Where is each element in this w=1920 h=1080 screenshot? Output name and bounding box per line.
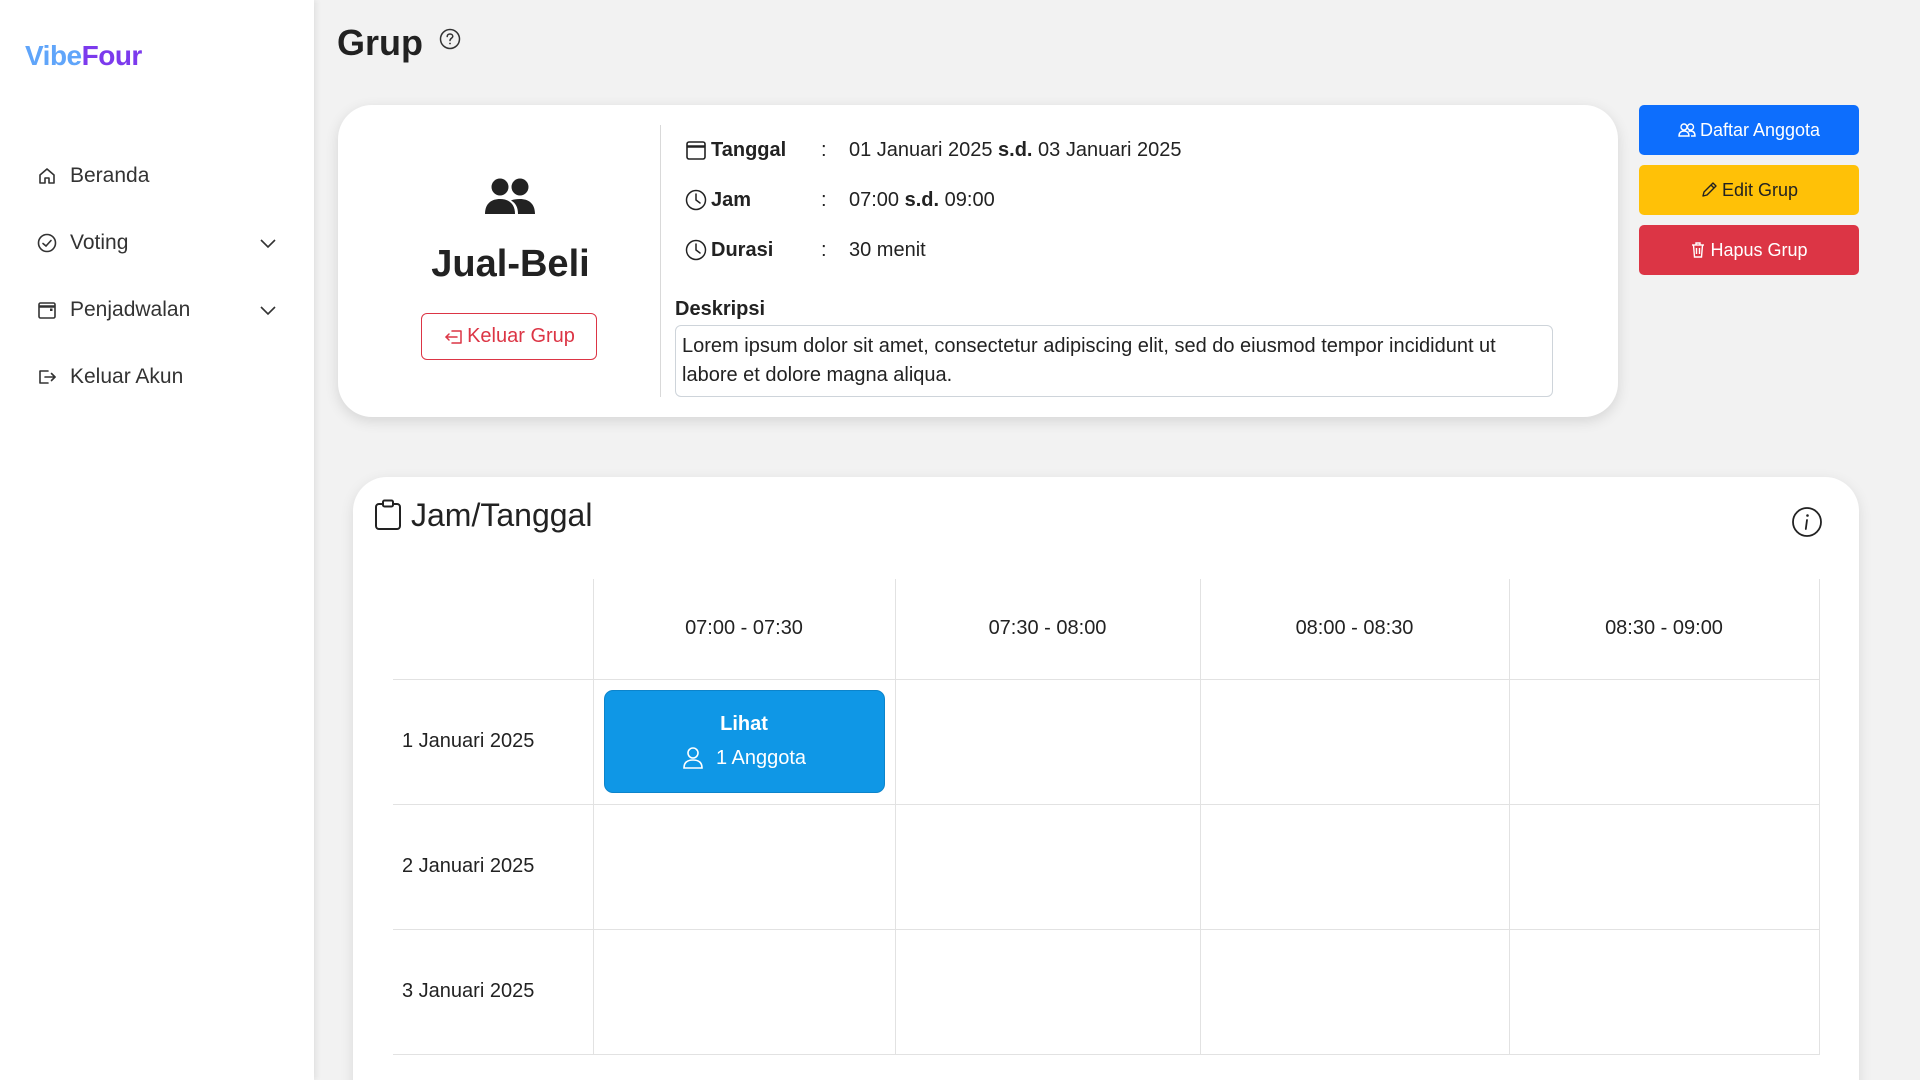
sidebar-item-label: Beranda <box>70 163 150 187</box>
app-logo[interactable]: VibeFour <box>25 40 142 72</box>
calendar-icon <box>36 299 58 321</box>
tanggal-label: Tanggal <box>711 138 787 161</box>
chevron-down-icon[interactable] <box>258 233 278 253</box>
tanggal-start: 01 Januari 2025 <box>849 138 993 161</box>
schedule-cell[interactable] <box>894 928 1201 1055</box>
tanggal-sep: s.d. <box>998 138 1033 161</box>
clock-icon <box>685 189 707 211</box>
jam-value: 07:00 s.d. 09:00 <box>849 189 995 212</box>
chevron-down-icon[interactable] <box>258 300 278 320</box>
leave-group-button[interactable]: Keluar Grup <box>421 313 597 360</box>
schedule-title: Jam/Tanggal <box>411 497 593 533</box>
date-row-label: 3 Januari 2025 <box>393 928 594 1055</box>
jam-start: 07:00 <box>849 188 900 211</box>
home-icon <box>36 165 58 187</box>
schedule-cell[interactable] <box>1508 803 1820 930</box>
sidebar-item-penjadwalan[interactable]: Penjadwalan <box>0 276 314 343</box>
schedule-cell[interactable] <box>592 928 896 1055</box>
sidebar-item-label: Penjadwalan <box>70 297 191 321</box>
date-row-label: 2 Januari 2025 <box>393 803 594 930</box>
schedule-cell[interactable] <box>894 803 1201 930</box>
date-row-label: 1 Januari 2025 <box>393 678 594 805</box>
durasi-label: Durasi <box>711 238 774 261</box>
divider <box>660 125 661 397</box>
schedule-grid: 07:00 - 07:30 07:30 - 08:00 08:00 - 08:3… <box>393 579 1820 1055</box>
group-name: Jual-Beli <box>431 243 590 285</box>
leave-group-label: Keluar Grup <box>467 325 575 347</box>
jam-sep: s.d. <box>904 188 940 211</box>
tanggal-value: 01 Januari 2025 s.d. 03 Januari 2025 <box>849 139 1181 162</box>
schedule-cell[interactable] <box>1199 928 1510 1055</box>
sidebar-item-beranda[interactable]: Beranda <box>0 142 314 209</box>
trash-icon <box>1692 242 1705 258</box>
description-box: Lorem ipsum dolor sit amet, consectetur … <box>675 325 1553 397</box>
schedule-card: Jam/Tanggal 07:00 - 07:30 07:30 - 08:00 … <box>353 477 1859 1080</box>
sidebar-nav: Beranda Voting Penjadwalan Keluar Akun <box>0 142 314 410</box>
pencil-icon <box>1702 182 1717 197</box>
detail-tanggal: Tanggal : 01 Januari 2025 s.d. 03 Januar… <box>685 135 1181 165</box>
member-list-button[interactable]: Daftar Anggota <box>1639 105 1859 155</box>
exit-icon <box>445 329 462 344</box>
people-icon <box>484 177 536 217</box>
question-circle-icon[interactable] <box>439 28 461 50</box>
edit-group-button[interactable]: Edit Grup <box>1639 165 1859 215</box>
delete-group-button[interactable]: Hapus Grup <box>1639 225 1859 275</box>
logo-part1: Vibe <box>25 40 82 71</box>
people-icon <box>1678 123 1696 137</box>
logo-part2: Four <box>81 40 143 71</box>
description-label: Deskripsi <box>675 298 766 320</box>
group-info-card: Jual-Beli Keluar Grup Tanggal : 01 Janua… <box>338 105 1618 417</box>
time-slot-header: 07:30 - 08:00 <box>894 579 1201 680</box>
schedule-cell[interactable] <box>894 678 1201 805</box>
sidebar-item-keluar-akun[interactable]: Keluar Akun <box>0 343 314 410</box>
edit-group-label: Edit Grup <box>1721 179 1799 200</box>
entry-members: 1 Anggota <box>682 746 806 770</box>
page-title: Grup <box>337 22 423 63</box>
logout-icon <box>36 366 58 388</box>
corner-cell <box>393 579 594 680</box>
schedule-cell[interactable] <box>592 803 896 930</box>
colon: : <box>821 188 827 211</box>
table-row: 2 Januari 2025 <box>393 803 1820 930</box>
clipboard-icon <box>374 499 402 531</box>
schedule-cell[interactable] <box>1508 678 1820 805</box>
check-circle-icon <box>36 232 58 254</box>
info-icon[interactable] <box>1791 506 1823 538</box>
table-header-row: 07:00 - 07:30 07:30 - 08:00 08:00 - 08:3… <box>393 579 1820 680</box>
delete-group-label: Hapus Grup <box>1710 239 1808 260</box>
schedule-cell[interactable] <box>1199 803 1510 930</box>
jam-end: 09:00 <box>944 188 995 211</box>
table-row: 3 Januari 2025 <box>393 928 1820 1055</box>
time-slot-header: 08:00 - 08:30 <box>1199 579 1510 680</box>
durasi-value: 30 menit <box>849 238 926 261</box>
schedule-table: 07:00 - 07:30 07:30 - 08:00 08:00 - 08:3… <box>393 579 1820 1055</box>
schedule-cell[interactable] <box>1199 678 1510 805</box>
sidebar: VibeFour Beranda Voting Penjadwalan Kelu… <box>0 0 314 1080</box>
schedule-cell[interactable] <box>1508 928 1820 1055</box>
member-list-label: Daftar Anggota <box>1699 119 1821 140</box>
colon: : <box>821 138 827 161</box>
person-icon <box>683 747 703 769</box>
detail-durasi: Durasi : 30 menit <box>685 235 926 265</box>
time-slot-header: 08:30 - 09:00 <box>1508 579 1820 680</box>
sidebar-item-label: Voting <box>70 230 129 254</box>
view-label: Lihat <box>720 713 768 735</box>
time-slot-header: 07:00 - 07:30 <box>592 579 896 680</box>
sidebar-item-voting[interactable]: Voting <box>0 209 314 276</box>
detail-jam: Jam : 07:00 s.d. 09:00 <box>685 185 995 215</box>
colon: : <box>821 238 827 261</box>
tanggal-end: 03 Januari 2025 <box>1038 138 1182 161</box>
member-count-label: 1 Anggota <box>715 746 807 769</box>
jam-label: Jam <box>711 188 752 211</box>
clock-icon <box>685 239 707 261</box>
sidebar-item-label: Keluar Akun <box>70 364 184 388</box>
calendar-icon <box>685 139 707 161</box>
schedule-cell[interactable]: Lihat 1 Anggota <box>592 678 896 805</box>
schedule-entry-button[interactable]: Lihat 1 Anggota <box>603 690 885 793</box>
table-row: 1 Januari 2025 Lihat 1 Anggota <box>393 678 1820 805</box>
